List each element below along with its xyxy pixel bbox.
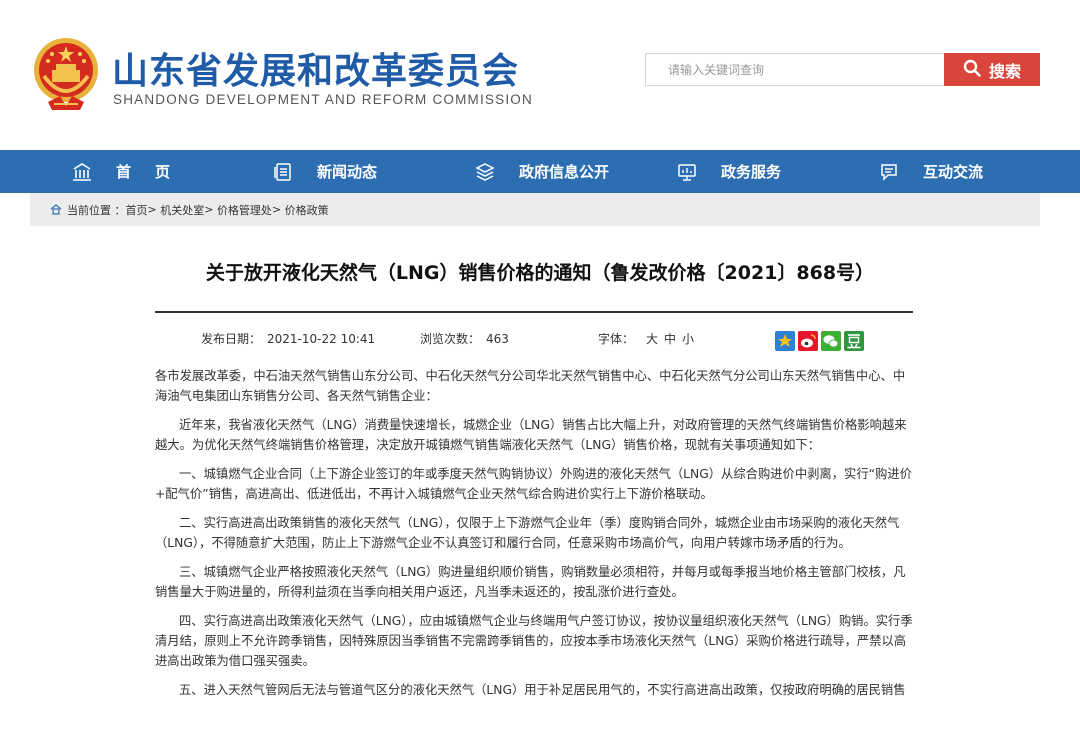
search-icon <box>963 59 981 81</box>
search-box <box>645 53 945 86</box>
font-size-label: 字体： <box>598 332 635 346</box>
douban-icon[interactable] <box>844 331 864 351</box>
breadcrumb-separator: > <box>147 203 157 216</box>
article-paragraph: 二、实行高进高出政策销售的液化天然气（LNG），仅限于上下游燃气企业年（季）度购… <box>155 516 900 550</box>
breadcrumb-home-icon <box>50 204 62 215</box>
nav-item-news[interactable]: 新闻动态 <box>273 150 377 193</box>
article-title: 关于放开液化天然气（LNG）销售价格的通知（鲁发改价格〔2021〕868号） <box>205 262 875 284</box>
view-count: 浏览次数： 463 <box>420 330 509 347</box>
layers-icon <box>475 162 495 182</box>
breadcrumb-item-price-policy[interactable]: 价格政策 <box>285 202 329 218</box>
news-icon <box>273 162 293 182</box>
site-header: 山东省发展和改革委员会 SHANDONG DEVELOPMENT AND REF… <box>0 0 1080 150</box>
nav-label-services: 政务服务 <box>721 163 782 181</box>
font-size-small[interactable]: 小 <box>682 332 694 346</box>
nav-item-interaction[interactable]: 互动交流 <box>879 150 983 193</box>
nav-label-interaction: 互动交流 <box>923 163 984 181</box>
title-divider <box>155 311 913 313</box>
article-paragraph: 近年来，我省液化天然气（LNG）消费量快速增长，城燃企业（LNG）销售占比大幅上… <box>155 418 907 452</box>
search-button-label: 搜索 <box>988 61 1021 81</box>
weibo-icon[interactable] <box>798 331 818 351</box>
article-paragraph: 一、城镇燃气企业合同（上下游企业签订的年或季度天然气购销协议）外购进的液化天然气… <box>155 467 912 501</box>
chart-icon <box>677 162 697 182</box>
font-size-switcher: 字体： 大中小 <box>598 330 694 347</box>
breadcrumb-separator: > <box>204 203 214 216</box>
search-button[interactable]: 搜索 <box>944 53 1040 86</box>
wechat-icon[interactable] <box>821 331 841 351</box>
view-count-value: 463 <box>486 332 509 346</box>
nav-label-gov-info: 政府信息公开 <box>519 163 610 181</box>
font-size-large[interactable]: 大 <box>646 332 658 346</box>
nav-item-home[interactable]: 首页 <box>72 150 194 193</box>
chat-icon <box>879 162 899 182</box>
nav-item-gov-info[interactable]: 政府信息公开 <box>475 150 609 193</box>
article-body: 各市发展改革委，中石油天然气销售山东分公司、中石化天然气分公司华北天然气销售中心… <box>155 366 915 709</box>
view-count-label: 浏览次数： <box>420 332 481 346</box>
home-icon <box>72 162 92 182</box>
share-bar <box>775 331 864 351</box>
breadcrumb-separator: > <box>271 203 282 216</box>
font-size-medium[interactable]: 中 <box>664 332 676 346</box>
breadcrumb-item-price-dept[interactable]: 价格管理处 <box>217 202 272 218</box>
publish-date: 发布日期： 2021-10-22 10:41 <box>201 330 375 347</box>
nav-item-services[interactable]: 政务服务 <box>677 150 781 193</box>
article-paragraph: 五、进入天然气管网后无法与管道气区分的液化天然气（LNG）用于补足居民用气的，不… <box>179 683 906 697</box>
search-input[interactable] <box>646 54 944 85</box>
site-subtitle: SHANDONG DEVELOPMENT AND REFORM COMMISSI… <box>113 92 533 107</box>
national-emblem-icon <box>30 36 102 114</box>
qzone-icon[interactable] <box>775 331 795 351</box>
article-paragraph: 三、城镇燃气企业严格按照液化天然气（LNG）购进量组织顺价销售，购销数量必须相符… <box>155 565 906 599</box>
site-title: 山东省发展和改革委员会 <box>112 51 520 92</box>
breadcrumb: 当前位置 ： 首页 > 机关处室 > 价格管理处 > 价格政策 <box>30 193 1040 226</box>
publish-date-label: 发布日期： <box>201 332 262 346</box>
article-paragraph: 各市发展改革委，中石油天然气销售山东分公司、中石化天然气分公司华北天然气销售中心… <box>155 369 906 403</box>
nav-label-home: 首页 <box>116 163 195 181</box>
publish-date-value: 2021-10-22 10:41 <box>267 332 376 346</box>
article-paragraph: 四、实行高进高出政策液化天然气（LNG），应由城镇燃气企业与终端用气户签订协议，… <box>155 614 913 668</box>
main-nav: 首页 新闻动态 政府信息公开 政务服务 互动交流 <box>0 150 1080 193</box>
nav-label-news: 新闻动态 <box>317 163 378 181</box>
breadcrumb-item-offices[interactable]: 机关处室 <box>160 202 204 218</box>
breadcrumb-item-home[interactable]: 首页 <box>126 202 148 218</box>
breadcrumb-prefix: 当前位置 ： <box>67 203 126 217</box>
